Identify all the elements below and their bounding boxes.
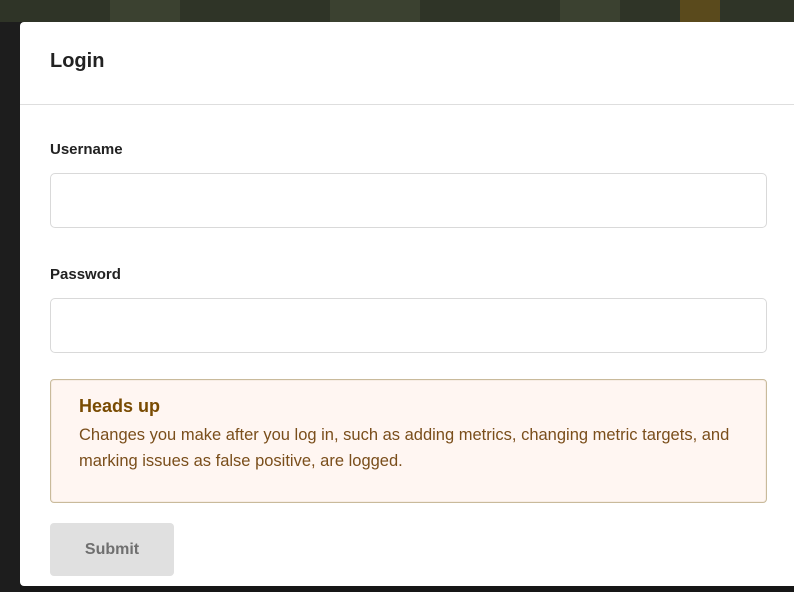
background-header [0, 0, 794, 22]
login-modal: Login Username Password Heads up Changes… [20, 22, 794, 586]
background-decoration [330, 0, 420, 22]
background-page-edge [0, 22, 20, 592]
background-decoration [680, 0, 720, 22]
password-label: Password [50, 266, 121, 283]
notice-title: Heads up [79, 396, 161, 416]
notice-text: Changes you make after you log in, such … [79, 426, 730, 470]
background-decoration [110, 0, 180, 22]
username-label: Username [50, 141, 123, 158]
modal-header: Login [20, 22, 794, 105]
background-decoration [560, 0, 620, 22]
modal-title: Login [50, 50, 105, 72]
heads-up-notice: Heads up Changes you make after you log … [50, 379, 767, 503]
submit-button[interactable]: Submit [50, 523, 174, 576]
username-input[interactable] [50, 173, 767, 228]
password-input[interactable] [50, 298, 767, 353]
login-form: Username Password Heads up Changes you m… [20, 141, 794, 576]
